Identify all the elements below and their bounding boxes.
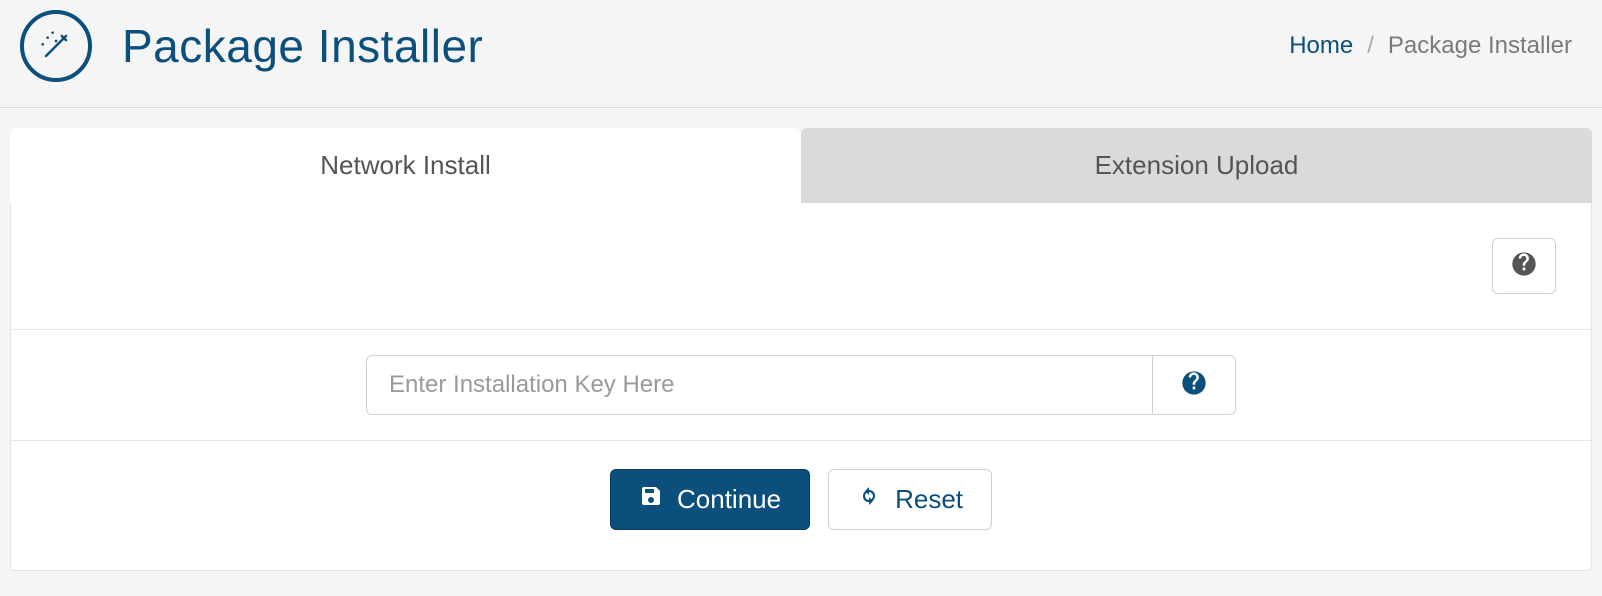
tab-network-install[interactable]: Network Install xyxy=(10,128,801,203)
installation-key-input[interactable] xyxy=(366,355,1152,415)
refresh-icon xyxy=(857,484,881,515)
save-icon xyxy=(639,484,663,515)
tabs-container: Network Install Extension Upload xyxy=(10,128,1592,571)
question-icon xyxy=(1180,369,1208,402)
continue-label: Continue xyxy=(677,484,781,515)
page-title: Package Installer xyxy=(122,19,483,73)
tab-extension-upload[interactable]: Extension Upload xyxy=(801,128,1592,203)
question-icon xyxy=(1510,250,1538,283)
breadcrumb-home[interactable]: Home xyxy=(1289,32,1353,60)
continue-button[interactable]: Continue xyxy=(610,469,810,530)
wand-icon xyxy=(20,10,92,82)
breadcrumb-current: Package Installer xyxy=(1388,32,1572,60)
panel-network-install: Continue Reset xyxy=(10,203,1592,571)
reset-label: Reset xyxy=(895,484,963,515)
breadcrumb-separator: / xyxy=(1367,32,1374,60)
installation-key-help[interactable] xyxy=(1152,355,1236,415)
action-row: Continue Reset xyxy=(11,441,1591,570)
breadcrumb: Home / Package Installer xyxy=(1289,32,1572,60)
installation-key-row xyxy=(11,330,1591,441)
tab-bar: Network Install Extension Upload xyxy=(10,128,1592,203)
title-wrap: Package Installer xyxy=(20,10,483,82)
page-header: Package Installer Home / Package Install… xyxy=(0,0,1602,108)
help-row xyxy=(11,203,1591,330)
reset-button[interactable]: Reset xyxy=(828,469,992,530)
installation-key-group xyxy=(366,355,1236,415)
help-button[interactable] xyxy=(1492,238,1556,294)
